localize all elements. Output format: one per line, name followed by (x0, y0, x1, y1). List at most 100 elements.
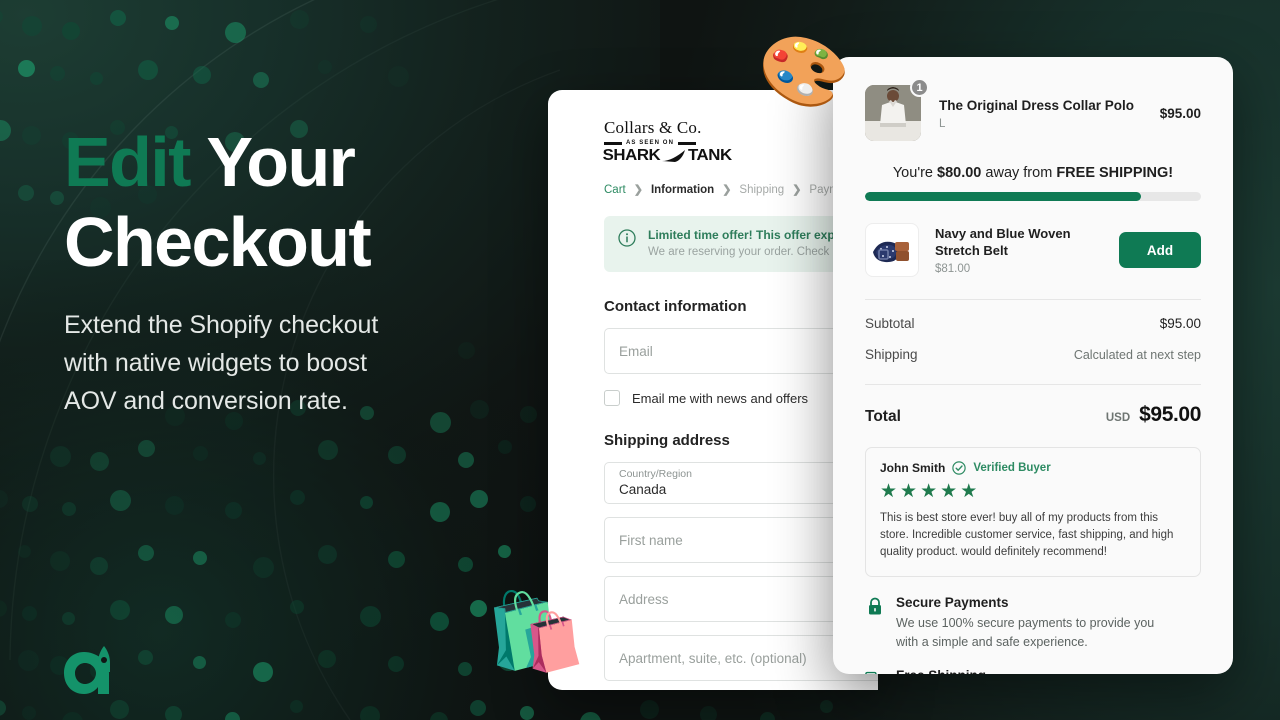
background-dot (430, 712, 448, 720)
background-dot (50, 191, 64, 205)
free-shipping-amount: $80.00 (937, 165, 982, 181)
background-dot (22, 606, 37, 621)
background-dot (388, 656, 404, 672)
summary-divider-top (865, 299, 1201, 300)
shipping-label: Shipping (865, 347, 918, 362)
background-dot (0, 700, 6, 716)
background-dot (290, 10, 309, 29)
background-dot (290, 600, 304, 614)
background-dot (110, 10, 126, 26)
free-shipping-progress-fill (865, 192, 1141, 201)
shipping-row: Shipping Calculated at next step (865, 347, 1201, 362)
customer-review-card: John Smith Verified Buyer ★ ★ ★ ★ ★ This is … (865, 447, 1201, 577)
trust-badges: Secure Payments We use 100% secure payme… (865, 595, 1201, 674)
truck-icon (865, 671, 877, 674)
secure-payments-desc: We use 100% secure payments to provide y… (896, 616, 1155, 649)
free-shipping-message: You're $80.00 away from FREE SHIPPING! (865, 165, 1201, 181)
store-logo: Collars & Co. AS SEEN ON SHARK TANK (602, 118, 764, 165)
background-dot (318, 60, 332, 74)
background-dot (193, 446, 208, 461)
rule-right (678, 141, 697, 145)
background-dot (225, 712, 240, 720)
background-dot (225, 502, 242, 519)
tank-word: TANK (687, 147, 732, 164)
background-dot (0, 10, 3, 23)
background-dot (90, 452, 109, 471)
background-dot (138, 545, 154, 561)
upsell-thumbnail (865, 223, 919, 277)
breadcrumb-item-cart[interactable]: Cart (604, 184, 626, 196)
background-dot (498, 440, 512, 454)
background-dot (22, 706, 36, 720)
belt-photo (869, 230, 915, 270)
summary-divider-bottom (865, 384, 1201, 385)
background-dot (18, 650, 39, 671)
background-dot (90, 557, 108, 575)
background-dot (50, 551, 70, 571)
background-dot (388, 66, 409, 87)
background-dot (360, 496, 373, 509)
background-dot (62, 712, 83, 720)
promo-banner: Edit Your Checkout Extend the Shopify ch… (0, 0, 1280, 720)
background-dot (193, 656, 206, 669)
upsell-price: $81.00 (935, 263, 971, 275)
background-dot (110, 600, 130, 620)
background-dot (458, 662, 472, 676)
background-dot (165, 16, 179, 30)
grand-total-amount: $95.00 (1139, 403, 1201, 426)
background-dot (458, 557, 473, 572)
upsell-title: Navy and Blue Woven Stretch Belt (935, 226, 1071, 258)
hero-copy: Edit Your Checkout Extend the Shopify ch… (64, 122, 534, 420)
newsletter-checkbox[interactable] (604, 390, 620, 406)
star-icon: ★ (880, 481, 898, 502)
checkout-form-card: Collars & Co. AS SEEN ON SHARK TANK Cart… (548, 90, 878, 690)
background-dot (62, 22, 80, 40)
breadcrumb-item-information[interactable]: Information (651, 184, 714, 196)
background-dot (18, 60, 35, 77)
background-dot (0, 490, 8, 508)
offer-subtitle: We are reserving your order. Check (648, 246, 830, 258)
background-dot (580, 712, 601, 720)
background-dot (22, 126, 41, 145)
background-dot (520, 706, 534, 720)
grand-total-row: Total USD $95.00 (865, 403, 1201, 427)
background-dot (820, 700, 833, 713)
background-dot (62, 502, 76, 516)
background-dot (225, 612, 241, 628)
headline-accent: Edit (64, 123, 191, 201)
background-dot (110, 700, 129, 719)
background-dot (470, 490, 488, 508)
shark-tank-logo: SHARK TANK (602, 147, 764, 165)
background-dot (50, 446, 71, 467)
background-dot (138, 650, 153, 665)
background-dot (430, 502, 450, 522)
shark-word: SHARK (602, 147, 661, 164)
background-dot (0, 120, 11, 141)
grand-total-right: USD $95.00 (1105, 403, 1202, 427)
grand-total-currency: USD (1105, 412, 1131, 424)
breadcrumb-item-shipping[interactable]: Shipping (739, 184, 784, 196)
store-name: Collars & Co. (604, 118, 702, 137)
background-dot (253, 557, 274, 578)
artist-palette-emoji: 🎨 (751, 22, 859, 122)
add-upsell-button[interactable]: Add (1119, 232, 1201, 268)
background-dot (138, 60, 158, 80)
star-icon: ★ (940, 481, 958, 502)
line-item-price: $95.00 (1159, 105, 1201, 121)
free-shipping-goal: FREE SHIPPING! (1056, 165, 1174, 181)
background-dot (318, 440, 338, 460)
order-summary-card: 1 The Original Dress Collar Polo L $95.0… (833, 57, 1233, 674)
background-dot (290, 490, 305, 505)
background-dot (290, 700, 303, 713)
verified-buyer-label: Verified Buyer (973, 462, 1051, 474)
background-dot (253, 452, 266, 465)
review-author: John Smith (880, 461, 946, 475)
info-circle-icon (618, 229, 636, 247)
background-dot (18, 545, 31, 558)
background-dot (360, 706, 380, 720)
shopping-bags-emoji: 🛍️ (481, 582, 588, 680)
background-dot (165, 706, 182, 720)
background-dot (110, 490, 131, 511)
chevron-right-icon: ❯ (722, 184, 732, 196)
subtotal-label: Subtotal (865, 316, 915, 331)
